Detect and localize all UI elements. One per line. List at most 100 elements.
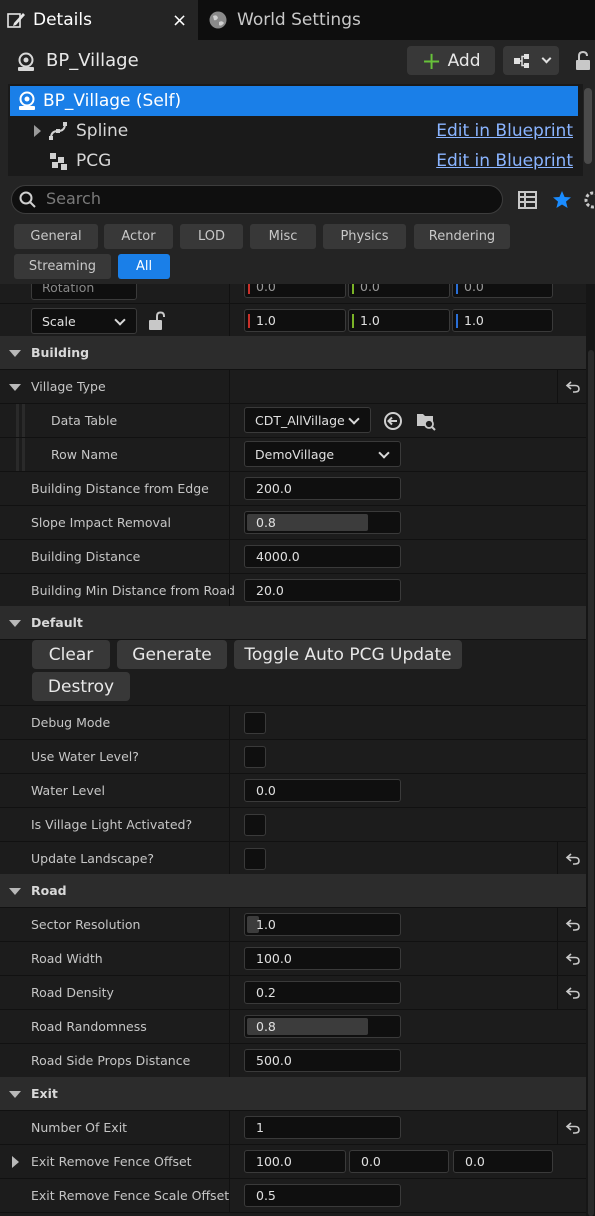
sector-resolution-slider[interactable]: 1.0 bbox=[244, 913, 401, 936]
tab-details[interactable]: Details × bbox=[0, 0, 198, 40]
reset-to-default-icon[interactable] bbox=[565, 851, 581, 867]
collapse-arrow-icon[interactable] bbox=[9, 384, 21, 391]
building-distance-input[interactable]: 4000.0 bbox=[244, 545, 401, 568]
edit-in-blueprint-link[interactable]: Edit in Blueprint bbox=[436, 121, 573, 141]
road-side-props-input[interactable]: 500.0 bbox=[244, 1049, 401, 1072]
section-building[interactable]: Building bbox=[0, 336, 586, 370]
scale-combo[interactable]: Scale bbox=[31, 308, 137, 334]
clear-button[interactable]: Clear bbox=[32, 640, 110, 669]
search-input[interactable]: Search bbox=[11, 185, 503, 214]
tree-item-pcg[interactable]: PCG Edit in Blueprint bbox=[8, 146, 578, 176]
filter-misc[interactable]: Misc bbox=[250, 224, 316, 249]
blueprint-options-button[interactable] bbox=[503, 46, 559, 75]
exit-fence-offset-x-value: 100.0 bbox=[256, 1154, 292, 1169]
building-min-distance-road-input[interactable]: 20.0 bbox=[244, 579, 401, 602]
section-title: Building bbox=[31, 345, 90, 360]
rotation-y-value: 0.0 bbox=[360, 284, 380, 294]
update-landscape-checkbox[interactable] bbox=[244, 848, 266, 870]
table-view-icon[interactable] bbox=[518, 191, 537, 209]
slope-impact-slider[interactable]: 0.8 bbox=[244, 511, 401, 534]
filter-lod[interactable]: LOD bbox=[180, 224, 243, 249]
scale-x-input[interactable]: 1.0 bbox=[244, 309, 346, 332]
filter-physics[interactable]: Physics bbox=[323, 224, 406, 249]
y-axis-marker bbox=[352, 314, 354, 328]
rotation-z-input[interactable]: 0.0 bbox=[452, 284, 553, 298]
row-name-value: DemoVillage bbox=[255, 446, 335, 462]
data-table-value: CDT_AllVillage bbox=[255, 412, 345, 428]
filter-actor[interactable]: Actor bbox=[104, 224, 173, 249]
property-row-number-of-exit: Number Of Exit 1 bbox=[0, 1111, 586, 1145]
reset-to-default-icon[interactable] bbox=[565, 1120, 581, 1136]
default-actions: Clear Generate Toggle Auto PCG Update De… bbox=[0, 640, 586, 706]
property-row-exit-fence-scale: Exit Remove Fence Scale Offset 0.5 bbox=[0, 1179, 586, 1213]
exit-fence-scale-value: 0.5 bbox=[256, 1188, 276, 1203]
destroy-button[interactable]: Destroy bbox=[32, 672, 130, 701]
generate-button[interactable]: Generate bbox=[117, 640, 227, 669]
exit-fence-offset-z-input[interactable]: 0.0 bbox=[453, 1150, 553, 1173]
tree-item-label: Spline bbox=[76, 121, 129, 141]
property-row-rotation: Rotation 0.0 0.0 0.0 bbox=[0, 284, 586, 304]
property-row-exit-fence-offset: Exit Remove Fence Offset 100.0 0.0 0.0 bbox=[0, 1145, 586, 1179]
property-row-slope-impact: Slope Impact Removal 0.8 bbox=[0, 506, 586, 540]
gear-icon[interactable] bbox=[582, 189, 595, 211]
village-light-checkbox[interactable] bbox=[244, 814, 266, 836]
section-exit[interactable]: Exit bbox=[0, 1077, 586, 1111]
road-randomness-slider[interactable]: 0.8 bbox=[244, 1015, 401, 1038]
use-water-level-checkbox[interactable] bbox=[244, 746, 266, 768]
property-row-scale: Scale 1.0 1.0 1.0 bbox=[0, 304, 586, 338]
tree-item-label: PCG bbox=[76, 151, 112, 171]
debug-mode-checkbox[interactable] bbox=[244, 712, 266, 734]
filter-streaming[interactable]: Streaming bbox=[14, 254, 111, 279]
number-of-exit-input[interactable]: 1 bbox=[244, 1116, 401, 1139]
scale-y-input[interactable]: 1.0 bbox=[348, 309, 450, 332]
row-name-combo[interactable]: DemoVillage bbox=[244, 441, 401, 467]
exit-fence-scale-label: Exit Remove Fence Scale Offset bbox=[31, 1188, 230, 1203]
tree-item-self[interactable]: BP_Village (Self) bbox=[10, 86, 578, 116]
road-width-input[interactable]: 100.0 bbox=[244, 947, 401, 970]
use-selected-icon[interactable] bbox=[383, 411, 403, 431]
road-density-input[interactable]: 0.2 bbox=[244, 981, 401, 1004]
data-table-label: Data Table bbox=[51, 413, 118, 428]
building-distance-edge-input[interactable]: 200.0 bbox=[244, 477, 401, 500]
exit-fence-offset-y-input[interactable]: 0.0 bbox=[349, 1150, 449, 1173]
water-level-input[interactable]: 0.0 bbox=[244, 779, 401, 802]
data-table-combo[interactable]: CDT_AllVillage bbox=[244, 407, 371, 433]
property-scrollbar[interactable] bbox=[588, 350, 594, 1216]
tree-item-label: BP_Village (Self) bbox=[43, 91, 182, 111]
reset-to-default-icon[interactable] bbox=[565, 951, 581, 967]
section-road[interactable]: Road bbox=[0, 874, 586, 908]
reset-to-default-icon[interactable] bbox=[565, 379, 581, 395]
filter-rendering[interactable]: Rendering bbox=[414, 224, 510, 249]
reset-to-default-icon[interactable] bbox=[565, 917, 581, 933]
add-button[interactable]: + Add bbox=[407, 46, 495, 75]
scale-z-input[interactable]: 1.0 bbox=[452, 309, 553, 332]
section-default[interactable]: Default bbox=[0, 606, 586, 640]
rotation-x-input[interactable]: 0.0 bbox=[244, 284, 346, 298]
property-row-road-randomness: Road Randomness 0.8 bbox=[0, 1010, 586, 1044]
exit-fence-offset-x-input[interactable]: 100.0 bbox=[244, 1150, 346, 1173]
lock-icon[interactable] bbox=[574, 50, 594, 72]
reset-to-default-icon[interactable] bbox=[565, 985, 581, 1001]
x-axis-marker bbox=[248, 314, 250, 328]
edit-in-blueprint-link[interactable]: Edit in Blueprint bbox=[436, 151, 573, 171]
star-icon[interactable] bbox=[552, 190, 572, 210]
property-row-use-water-level: Use Water Level? bbox=[0, 740, 586, 774]
tree-item-spline[interactable]: Spline Edit in Blueprint bbox=[8, 116, 578, 146]
unlock-icon[interactable] bbox=[148, 311, 166, 331]
toggle-auto-pcg-update-button[interactable]: Toggle Auto PCG Update bbox=[234, 640, 462, 669]
exit-fence-scale-input[interactable]: 0.5 bbox=[244, 1184, 401, 1207]
expand-arrow-icon[interactable] bbox=[12, 1156, 19, 1168]
filter-all[interactable]: All bbox=[118, 254, 170, 279]
building-min-distance-road-label: Building Min Distance from Road bbox=[31, 583, 235, 598]
browse-folder-icon[interactable] bbox=[415, 410, 437, 432]
tree-scrollbar[interactable] bbox=[584, 88, 592, 164]
category-filters: General Actor LOD Misc Physics Rendering… bbox=[0, 222, 595, 284]
close-icon[interactable]: × bbox=[172, 10, 187, 31]
expand-arrow-icon[interactable] bbox=[34, 125, 41, 137]
rotation-y-input[interactable]: 0.0 bbox=[348, 284, 450, 298]
tab-world-settings[interactable]: World Settings bbox=[202, 0, 402, 40]
filter-general[interactable]: General bbox=[14, 224, 98, 249]
rotation-combo[interactable]: Rotation bbox=[31, 284, 137, 300]
plus-icon: + bbox=[421, 46, 442, 75]
spline-icon bbox=[49, 122, 67, 140]
